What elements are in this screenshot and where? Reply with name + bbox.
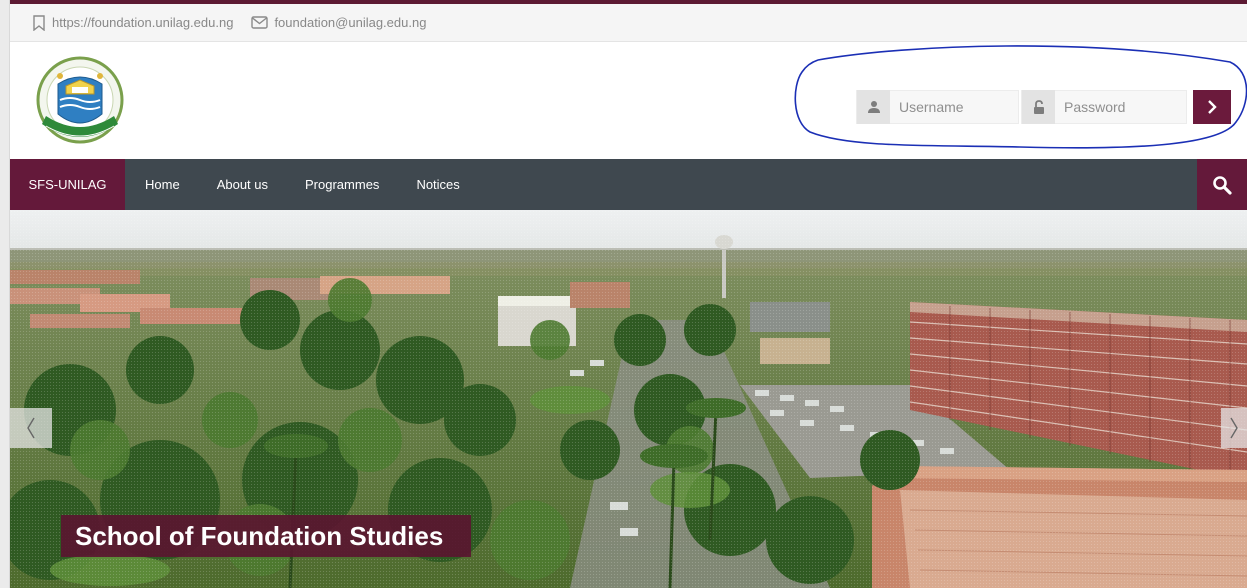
envelope-icon — [251, 16, 269, 29]
user-icon — [857, 90, 890, 124]
hero-carousel: School of Foundation Studies — [10, 210, 1247, 588]
carousel-prev-button[interactable] — [10, 408, 52, 448]
site-header — [10, 42, 1247, 159]
email-text: foundation@unilag.edu.ng — [274, 15, 427, 30]
nav-programmes[interactable]: Programmes — [305, 177, 379, 192]
search-icon — [1213, 175, 1232, 195]
hero-caption: School of Foundation Studies — [61, 515, 472, 557]
chevron-left-icon — [27, 417, 35, 439]
login-form — [856, 90, 1231, 124]
contact-bar: https://foundation.unilag.edu.ng foundat… — [10, 4, 1247, 42]
search-button[interactable] — [1197, 159, 1247, 210]
university-logo[interactable] — [32, 54, 128, 150]
window-left-edge — [0, 0, 10, 588]
bookmark-icon — [33, 14, 45, 31]
password-input[interactable] — [1055, 91, 1186, 123]
login-submit-button[interactable] — [1193, 90, 1231, 124]
email-link[interactable]: foundation@unilag.edu.ng — [251, 15, 426, 30]
carousel-next-button[interactable] — [1221, 408, 1247, 448]
main-navbar: SFS-UNILAG Home About us Programmes Noti… — [10, 159, 1247, 210]
brand-link[interactable]: SFS-UNILAG — [10, 159, 125, 210]
username-group — [856, 90, 1019, 124]
password-group — [1021, 90, 1187, 124]
username-input[interactable] — [890, 91, 1018, 123]
website-text: https://foundation.unilag.edu.ng — [52, 15, 234, 30]
chevron-right-icon — [1208, 100, 1217, 114]
chevron-right-icon — [1230, 417, 1238, 439]
nav-notices[interactable]: Notices — [416, 177, 459, 192]
unlock-icon — [1022, 90, 1055, 124]
nav-home[interactable]: Home — [145, 177, 180, 192]
nav-about-us[interactable]: About us — [217, 177, 268, 192]
website-link[interactable]: https://foundation.unilag.edu.ng — [32, 14, 234, 31]
university-of-lagos-crest-icon — [36, 56, 124, 144]
